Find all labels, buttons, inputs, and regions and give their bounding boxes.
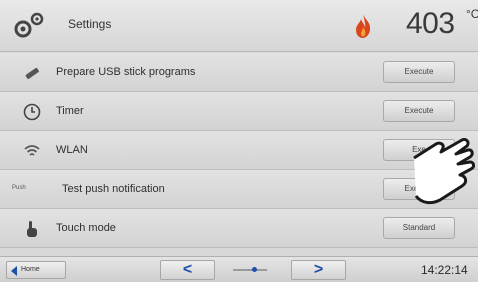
temperature-unit: °C bbox=[466, 7, 478, 21]
push-notification-icon: Push bbox=[12, 185, 26, 191]
settings-screen: Settings 403 °C Prepare USB stick progra… bbox=[0, 0, 478, 282]
touch-mode-select-button[interactable]: Standard bbox=[383, 217, 455, 239]
touch-hand-icon bbox=[27, 221, 37, 237]
list-item-label: Test push notification bbox=[62, 183, 165, 195]
page-indicator-dot bbox=[252, 267, 257, 272]
usb-stick-icon bbox=[25, 67, 39, 79]
wifi-icon bbox=[24, 145, 40, 156]
list-item-push-notification: Push Test push notification Execute bbox=[0, 170, 478, 209]
page-title: Settings bbox=[68, 17, 112, 31]
flame-icon bbox=[356, 14, 371, 38]
settings-list: Prepare USB stick programs Execute Timer… bbox=[0, 53, 478, 248]
execute-button[interactable]: Exe bbox=[383, 139, 455, 161]
next-page-button[interactable]: > bbox=[291, 260, 346, 280]
list-item-label: WLAN bbox=[56, 144, 88, 156]
execute-button[interactable]: Execute bbox=[383, 100, 455, 122]
gear-icon bbox=[14, 12, 44, 38]
page-indicator bbox=[233, 269, 267, 271]
list-item-wlan: WLAN Exe bbox=[0, 131, 478, 170]
execute-button[interactable]: Execute bbox=[383, 178, 455, 200]
previous-page-button[interactable]: < bbox=[160, 260, 215, 280]
clock-time: 14:22:14 bbox=[421, 263, 468, 277]
home-label: Home bbox=[21, 266, 40, 273]
header-bar: Settings 403 °C bbox=[0, 0, 478, 52]
temperature-readout: 403 bbox=[406, 7, 455, 40]
home-arrow-icon bbox=[11, 266, 17, 276]
execute-button[interactable]: Execute bbox=[383, 61, 455, 83]
list-item-prepare-usb: Prepare USB stick programs Execute bbox=[0, 53, 478, 92]
clock-icon bbox=[23, 103, 41, 121]
home-button[interactable]: Home bbox=[6, 261, 66, 279]
list-item-label: Prepare USB stick programs bbox=[56, 66, 196, 78]
list-item-label: Touch mode bbox=[56, 222, 116, 234]
list-item-timer: Timer Execute bbox=[0, 92, 478, 131]
list-item-label: Timer bbox=[56, 105, 84, 117]
list-item-touch-mode: Touch mode Standard bbox=[0, 209, 478, 248]
footer-bar: Home < > 14:22:14 bbox=[0, 256, 478, 282]
